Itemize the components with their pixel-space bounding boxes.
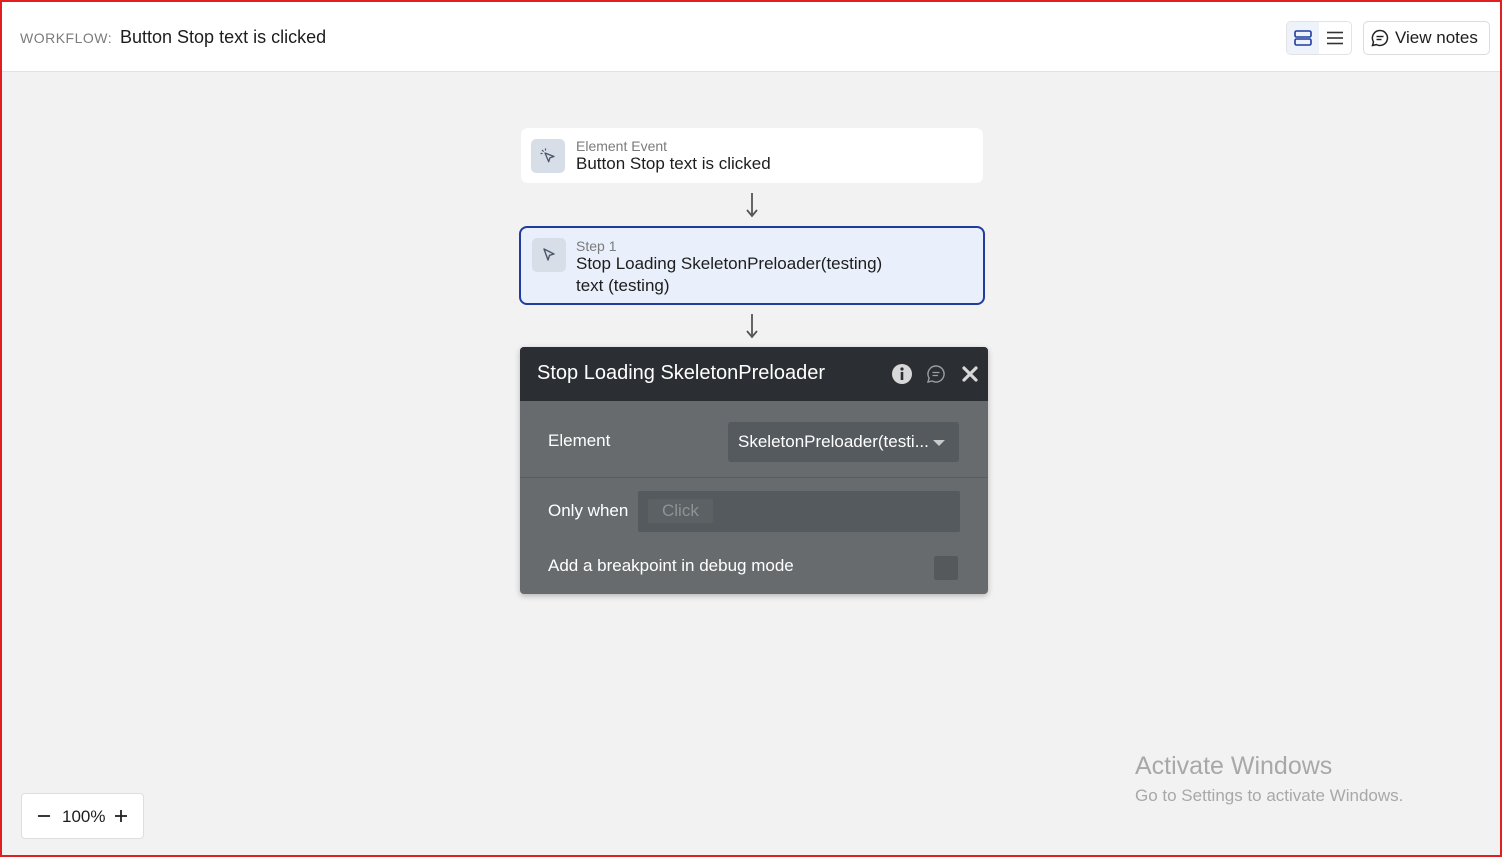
event-title: Button Stop text is clicked: [576, 154, 771, 173]
close-panel-button[interactable]: [958, 362, 982, 386]
zoom-out-button[interactable]: [34, 806, 54, 826]
event-icon-tile: [531, 139, 565, 173]
note-button[interactable]: [924, 362, 948, 386]
step-title-line1: Stop Loading SkeletonPreloader(testing): [576, 254, 883, 273]
activate-windows-title: Activate Windows: [1135, 752, 1333, 780]
pointer-click-icon: [540, 148, 555, 163]
chevron-down-icon: [933, 440, 945, 446]
comment-icon: [1371, 29, 1389, 47]
plus-icon: [115, 810, 127, 822]
list-view-icon: [1327, 31, 1343, 45]
close-icon: [962, 366, 978, 382]
workflow-label: WORKFLOW:: [20, 30, 113, 46]
only-when-placeholder: Click: [648, 499, 713, 523]
panel-title: Stop Loading SkeletonPreloader: [537, 362, 825, 384]
zoom-level: 100%: [62, 807, 106, 826]
panel-divider: [520, 477, 988, 478]
info-icon: [892, 364, 912, 384]
zoom-in-button[interactable]: [111, 806, 131, 826]
zoom-control: 100%: [21, 793, 144, 839]
view-notes-label: View notes: [1395, 28, 1478, 47]
event-subtitle: Element Event: [576, 138, 668, 154]
info-button[interactable]: [890, 362, 914, 386]
step-card[interactable]: Step 1 Stop Loading SkeletonPreloader(te…: [519, 226, 985, 305]
flow-arrow-down-icon: [746, 193, 758, 218]
cursor-icon: [543, 248, 555, 261]
event-card[interactable]: Element Event Button Stop text is clicke…: [521, 128, 983, 183]
view-notes-button[interactable]: View notes: [1363, 21, 1490, 55]
step-subtitle: Step 1: [576, 238, 617, 254]
action-property-panel: Stop Loading SkeletonPreloader Element S…: [520, 347, 988, 594]
minus-icon: [38, 815, 50, 817]
step-icon-tile: [532, 238, 566, 272]
activate-windows-subtitle: Go to Settings to activate Windows.: [1135, 786, 1404, 805]
element-dropdown[interactable]: SkeletonPreloader(testi...: [728, 422, 959, 462]
element-label: Element: [548, 431, 611, 450]
list-view-button[interactable]: [1319, 22, 1351, 54]
workflow-header: WORKFLOW: Button Stop text is clicked Vi…: [2, 2, 1500, 72]
only-when-condition-input[interactable]: Click: [638, 491, 960, 532]
element-dropdown-value: SkeletonPreloader(testi...: [738, 432, 929, 451]
card-view-button[interactable]: [1287, 22, 1319, 54]
step-title-line2: text (testing): [576, 276, 670, 295]
panel-header: Stop Loading SkeletonPreloader: [520, 347, 988, 401]
only-when-label: Only when: [548, 501, 629, 520]
card-view-icon: [1294, 30, 1312, 46]
workflow-title: Button Stop text is clicked: [120, 27, 327, 47]
flow-arrow-down-icon: [746, 314, 758, 339]
breakpoint-checkbox[interactable]: [934, 556, 958, 580]
view-mode-toggle: [1286, 21, 1352, 55]
breakpoint-label: Add a breakpoint in debug mode: [548, 556, 794, 575]
comment-icon: [927, 365, 945, 383]
